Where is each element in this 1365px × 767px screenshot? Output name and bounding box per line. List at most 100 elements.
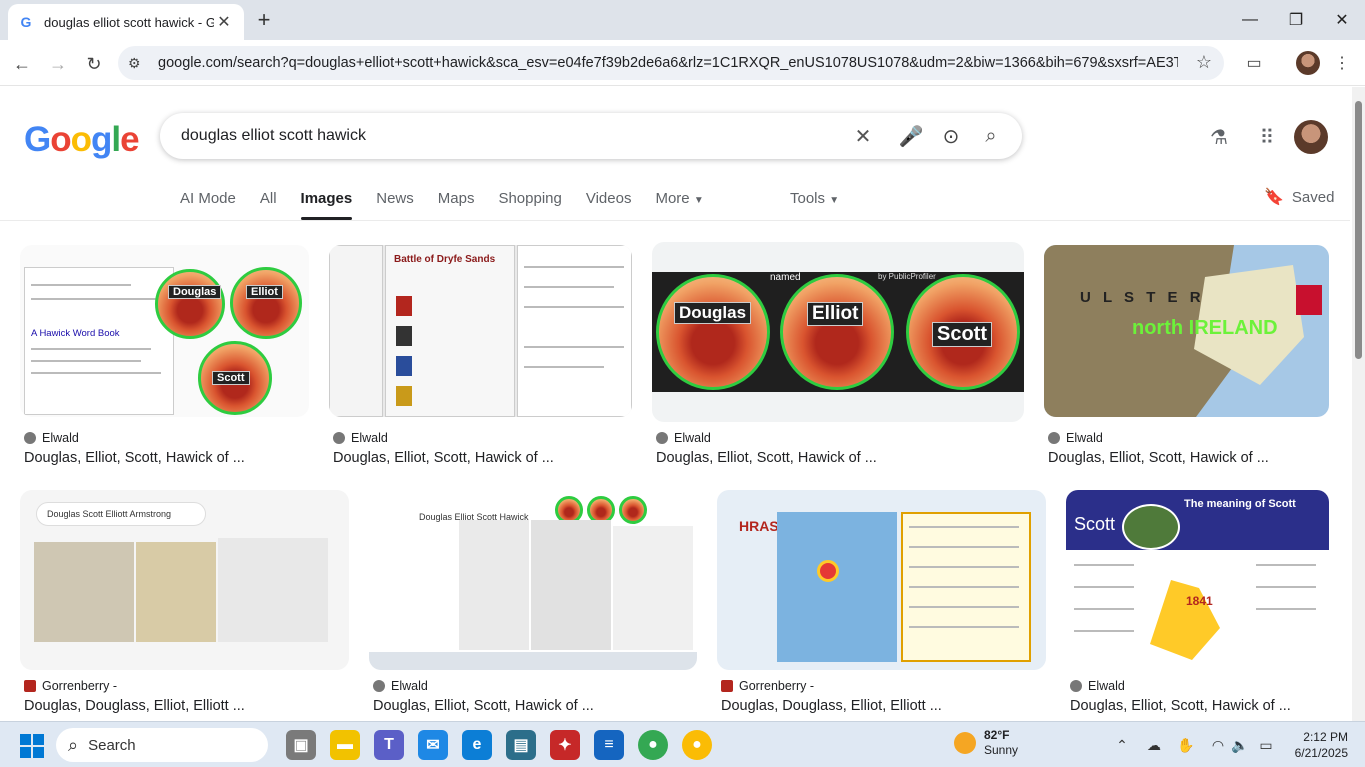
tab-ai-mode[interactable]: AI Mode <box>180 188 236 220</box>
onedrive-icon[interactable]: ☁ <box>1144 735 1164 755</box>
browser-tab[interactable]: G douglas elliot scott hawick - Go ✕ <box>8 4 244 40</box>
result-source[interactable]: Elwald <box>1070 679 1125 693</box>
search-input[interactable] <box>181 127 841 145</box>
tools-button[interactable]: Tools ▼ <box>790 190 839 207</box>
result-thumbnail[interactable]: Douglas Scott Elliott Armstrong <box>20 490 349 670</box>
close-window-button[interactable]: ✕ <box>1320 6 1364 34</box>
labs-flask-icon[interactable]: ⚗ <box>1205 123 1233 151</box>
result-thumbnail[interactable]: Scott The meaning of Scott 1841 <box>1066 490 1329 670</box>
result-source[interactable]: Elwald <box>333 431 388 445</box>
thumb-map <box>1150 580 1220 660</box>
tab-all[interactable]: All <box>260 188 277 220</box>
result-thumbnail[interactable]: HRAS <box>717 490 1046 670</box>
maximize-button[interactable]: ❐ <box>1274 6 1318 34</box>
result-source[interactable]: Elwald <box>1048 431 1103 445</box>
result-title[interactable]: Douglas, Elliot, Scott, Hawick of ... <box>1048 450 1269 466</box>
teams-icon[interactable]: T <box>374 730 404 760</box>
edge-icon[interactable]: e <box>462 730 492 760</box>
thumb-map <box>777 512 897 662</box>
tab-news[interactable]: News <box>376 188 414 220</box>
file-explorer-icon[interactable]: ▬ <box>330 730 360 760</box>
tab-videos[interactable]: Videos <box>586 188 632 220</box>
source-name: Elwald <box>1066 431 1103 445</box>
flag-icon <box>1296 285 1322 315</box>
result-source[interactable]: Gorrenberry - <box>24 679 117 693</box>
forward-button[interactable]: → <box>44 50 72 78</box>
search-icon[interactable]: ⌕ <box>978 123 1004 149</box>
result-title[interactable]: Douglas, Douglass, Elliot, Elliott ... <box>721 698 942 714</box>
minimize-button[interactable]: — <box>1228 6 1272 34</box>
taskbar-search[interactable]: ⌕ Search <box>56 728 268 762</box>
thumb-table <box>901 512 1031 662</box>
source-name: Elwald <box>391 679 428 693</box>
result-source[interactable]: Elwald <box>24 431 79 445</box>
task-view-icon[interactable]: ▣ <box>286 730 316 760</box>
battery-icon[interactable]: ▭ <box>1256 735 1276 755</box>
thumb-doc <box>517 245 632 417</box>
chrome-profile-icon[interactable]: ● <box>682 730 712 760</box>
tab-images[interactable]: Images <box>300 188 352 220</box>
tab-maps[interactable]: Maps <box>438 188 475 220</box>
account-avatar[interactable] <box>1294 120 1328 154</box>
result-thumbnail[interactable]: Douglas Elliot Scott Hawick <box>369 490 697 670</box>
site-info-icon[interactable]: ⚙ <box>128 55 148 72</box>
result-title[interactable]: Douglas, Douglass, Elliot, Elliott ... <box>24 698 245 714</box>
tab-more[interactable]: More ▼ <box>655 188 703 220</box>
source-name: Elwald <box>351 431 388 445</box>
bookmark-star-icon[interactable]: ☆ <box>1196 52 1212 73</box>
result-thumbnail[interactable]: Douglas Elliot Scott named by PublicProf… <box>652 242 1024 422</box>
result-title[interactable]: Douglas, Elliot, Scott, Hawick of ... <box>333 450 554 466</box>
bookmark-icon: 🔖 <box>1264 189 1284 206</box>
address-bar[interactable]: ⚙ google.com/search?q=douglas+elliot+sco… <box>118 46 1224 80</box>
cast-icon[interactable]: ▭ <box>1242 51 1266 75</box>
thumb-block <box>218 538 328 642</box>
chrome-icon[interactable]: ● <box>638 730 668 760</box>
app-icon[interactable]: ✦ <box>550 730 580 760</box>
browser-tab-bar: G douglas elliot scott hawick - Go ✕ + —… <box>0 0 1365 40</box>
result-source[interactable]: Gorrenberry - <box>721 679 814 693</box>
new-tab-button[interactable]: + <box>252 7 276 32</box>
header-divider <box>0 220 1350 221</box>
weather-widget[interactable]: 82°F Sunny <box>954 728 1018 758</box>
scrollbar-thumb[interactable] <box>1355 101 1362 359</box>
result-thumbnail[interactable]: Battle of Dryfe Sands <box>329 245 632 417</box>
result-title[interactable]: Douglas, Elliot, Scott, Hawick of ... <box>373 698 594 714</box>
profile-avatar[interactable] <box>1296 51 1320 75</box>
mail-icon[interactable]: ✉ <box>418 730 448 760</box>
thumb-block <box>531 520 611 650</box>
apps-grid-icon[interactable]: ⠿ <box>1253 123 1281 151</box>
back-button[interactable]: ← <box>8 50 36 78</box>
result-title[interactable]: Douglas, Elliot, Scott, Hawick of ... <box>24 450 245 466</box>
lens-icon[interactable]: ⊙ <box>938 123 964 149</box>
voice-search-icon[interactable]: 🎤 <box>898 123 924 149</box>
wifi-icon[interactable]: ◠ <box>1208 735 1228 755</box>
app-tray-icon[interactable]: ✋ <box>1176 735 1196 755</box>
result-thumbnail[interactable]: A Hawick Word Book Douglas Elliot Scott <box>20 245 309 417</box>
thumb-text: The meaning of Scott <box>1184 498 1296 510</box>
tab-shopping[interactable]: Shopping <box>498 188 561 220</box>
result-thumbnail[interactable]: U L S T E R north IRELAND <box>1044 245 1329 417</box>
google-logo[interactable]: Google <box>24 120 140 160</box>
thumb-doc <box>329 245 383 417</box>
result-source[interactable]: Elwald <box>656 431 711 445</box>
site-favicon-icon <box>656 432 668 444</box>
chevron-up-icon[interactable]: ⌃ <box>1112 735 1132 755</box>
app-icon[interactable]: ▤ <box>506 730 536 760</box>
clear-icon[interactable]: ✕ <box>850 123 876 149</box>
thumb-text: Scott <box>1074 514 1116 534</box>
reload-button[interactable]: ↻ <box>80 50 108 78</box>
result-title[interactable]: Douglas, Elliot, Scott, Hawick of ... <box>656 450 877 466</box>
close-tab-icon[interactable]: ✕ <box>214 12 234 32</box>
chrome-menu-icon[interactable]: ⋮ <box>1330 51 1354 75</box>
saved-button[interactable]: 🔖 Saved <box>1264 187 1334 207</box>
notepad-icon[interactable]: ≡ <box>594 730 624 760</box>
windows-start-icon[interactable] <box>20 734 44 758</box>
tools-label: Tools <box>790 190 826 207</box>
source-name: Elwald <box>674 431 711 445</box>
result-title[interactable]: Douglas, Elliot, Scott, Hawick of ... <box>1070 698 1291 714</box>
volume-icon[interactable]: 🔈 <box>1230 735 1250 755</box>
url-text[interactable]: google.com/search?q=douglas+elliot+scott… <box>158 55 1178 71</box>
page-scrollbar[interactable] <box>1352 87 1365 723</box>
result-source[interactable]: Elwald <box>373 679 428 693</box>
clock[interactable]: 2:12 PM 6/21/2025 <box>1292 729 1348 761</box>
